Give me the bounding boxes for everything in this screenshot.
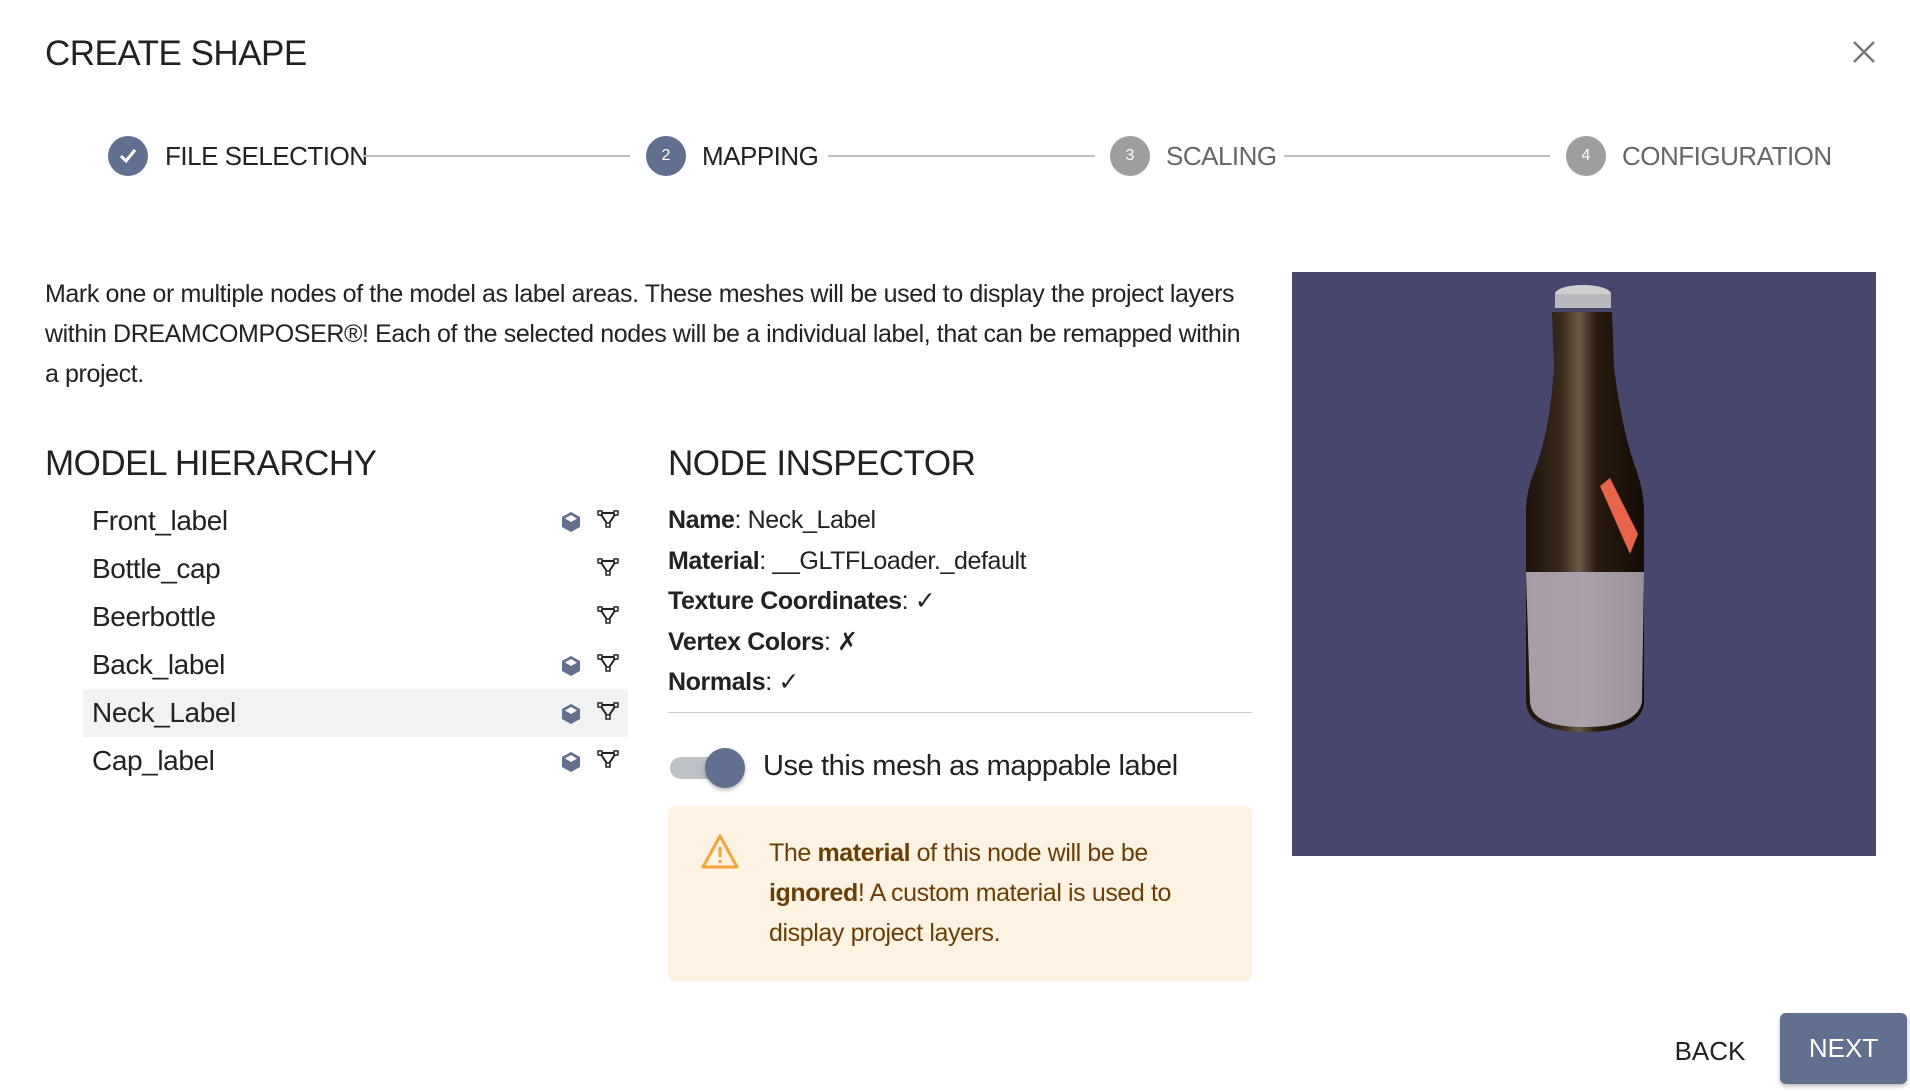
tree-item[interactable]: Back_label — [83, 641, 628, 689]
prop-vertex-colors: Vertex Colors: ✗ — [668, 627, 858, 656]
toggle-label: Use this mesh as mappable label — [763, 750, 1178, 782]
mesh-icon[interactable] — [597, 605, 619, 625]
step-1-check-icon — [108, 136, 148, 176]
divider — [668, 712, 1252, 713]
mesh-icon[interactable] — [597, 557, 619, 577]
tree-item-label: Neck_Label — [92, 697, 236, 728]
prop-normals: Normals: ✓ — [668, 668, 799, 696]
model-hierarchy-tree: Front_label Bottle_cap Beerbottle Back_labe… — [83, 497, 628, 785]
label-cube-icon[interactable] — [561, 511, 581, 533]
step-4-number: 4 — [1566, 136, 1606, 176]
mesh-icon[interactable] — [597, 653, 619, 673]
prop-texture-coordinates: Texture Coordinates: ✓ — [668, 587, 936, 615]
label-cube-icon[interactable] — [561, 751, 581, 773]
warning-icon — [701, 834, 739, 869]
step-mapping: MAPPING — [702, 141, 819, 171]
step-3-number: 3 — [1110, 136, 1150, 176]
node-inspector-title: NODE INSPECTOR — [668, 444, 976, 483]
close-icon[interactable] — [1848, 36, 1880, 68]
mesh-icon[interactable] — [597, 749, 619, 769]
tree-item[interactable]: Beerbottle — [83, 593, 628, 641]
description: Mark one or multiple nodes of the model … — [45, 280, 1241, 388]
tree-item[interactable]: Bottle_cap — [83, 545, 628, 593]
tree-item[interactable]: Front_label — [83, 497, 628, 545]
model-hierarchy-title: MODEL HIERARCHY — [45, 444, 377, 483]
label-cube-icon[interactable] — [561, 655, 581, 677]
mesh-icon[interactable] — [597, 701, 619, 721]
tree-item-label: Cap_label — [92, 745, 215, 776]
prop-name: Name: Neck_Label — [668, 506, 876, 534]
prop-material: Material: __GLTFLoader._default — [668, 546, 1027, 575]
tree-item-label: Bottle_cap — [92, 553, 221, 584]
tree-item-label: Back_label — [92, 649, 225, 680]
mappable-label-toggle[interactable] — [670, 748, 746, 788]
step-scaling: SCALING — [1166, 141, 1277, 171]
next-button[interactable]: NEXT — [1780, 1013, 1907, 1084]
tree-item[interactable]: Cap_label — [83, 737, 628, 785]
3d-model-viewport[interactable] — [1292, 272, 1876, 856]
step-2-number: 2 — [646, 136, 686, 176]
step-file-selection: FILE SELECTION — [165, 141, 368, 171]
step-connector — [1284, 155, 1550, 157]
dialog-title: CREATE SHAPE — [45, 34, 307, 73]
tree-item[interactable]: Neck_Label — [83, 689, 628, 737]
tree-item-label: Front_label — [92, 505, 228, 536]
step-configuration: CONFIGURATION — [1622, 141, 1832, 171]
back-button[interactable]: BACK — [1660, 1026, 1760, 1076]
warning-text: The material of this node will be be ign… — [769, 839, 1172, 947]
node-properties: Name: Neck_Label Material: __GLTFLoader.… — [668, 500, 1027, 703]
step-connector — [828, 155, 1095, 157]
mesh-icon[interactable] — [597, 509, 619, 529]
label-cube-icon[interactable] — [561, 703, 581, 725]
bottle-model-render — [1526, 285, 1644, 732]
tree-item-label: Beerbottle — [92, 601, 216, 632]
step-connector — [363, 155, 630, 157]
